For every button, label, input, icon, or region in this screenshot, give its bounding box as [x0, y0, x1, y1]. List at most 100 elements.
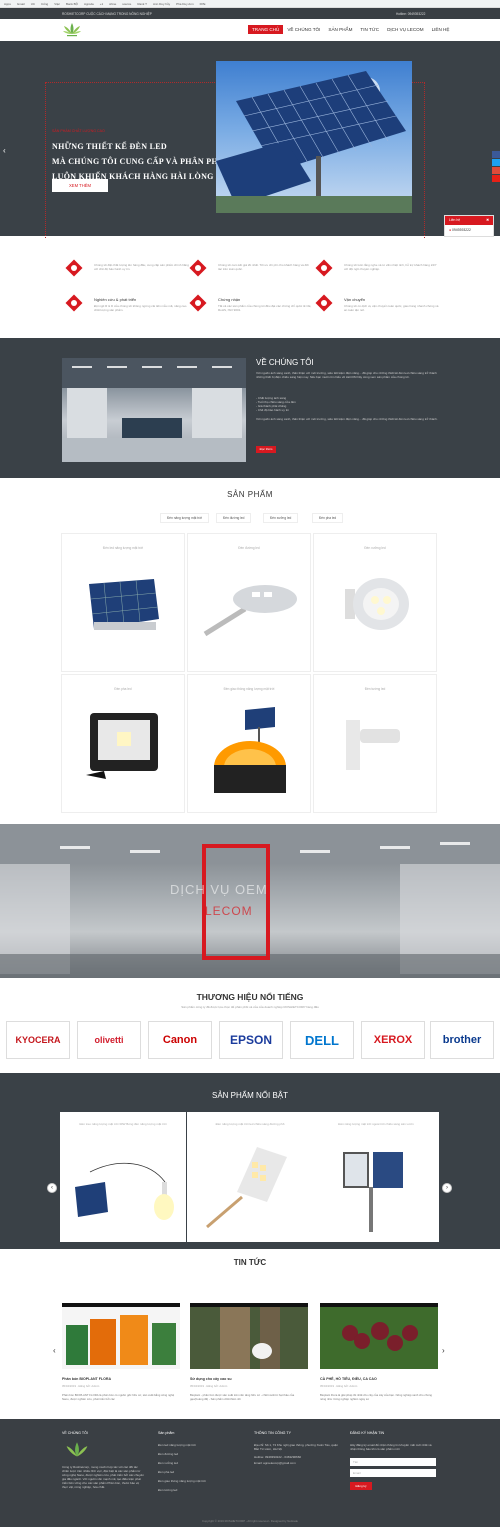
hero-title-line: NHỮNG THIẾT KẾ ĐÈN LED — [52, 142, 167, 151]
bookmark[interactable]: Agroda — [82, 2, 96, 6]
footer-address: Địa chỉ: Số 1, 73 Khu nghị giao thông, p… — [254, 1443, 338, 1451]
bookmark[interactable]: FPE — [198, 2, 208, 6]
footer-link[interactable]: Đèn xưởng led — [158, 1461, 178, 1465]
footer-link[interactable]: Đèn giao thông năng lượng mặt trời — [158, 1479, 206, 1483]
bookmark[interactable]: Cổng — [39, 2, 50, 6]
oem-subtitle: LECOM — [205, 904, 253, 918]
nav-news[interactable]: TIN TỨC — [356, 25, 383, 34]
contact-widget-phone[interactable]: ● 0949393222 — [445, 225, 493, 235]
news-title[interactable]: CÀ PHÊ, HỒ TIÊU, ĐIỀU, CA CAO — [320, 1377, 438, 1381]
news-meta: 05/04/2019 · Đăng bởi: Admin — [320, 1384, 358, 1388]
certificate-icon — [189, 294, 207, 312]
product-card[interactable]: Đèn tường led — [313, 674, 437, 813]
brand-logo-dell[interactable]: DELL — [290, 1021, 354, 1059]
featured-next-arrow[interactable]: › — [442, 1183, 452, 1193]
featured-name: Đèn năng lượng mặt trời led chiếu sáng đ… — [215, 1122, 285, 1126]
product-card[interactable]: Đèn pha led — [61, 674, 185, 813]
footer-hotline: Hotline: 0949393222 - 0463290660 — [254, 1455, 302, 1459]
feature-desc: Chúng tôi luôn lắng nghe và tư vấn nhiệt… — [344, 263, 437, 271]
product-name: Đèn giao thông năng lượng mặt trời — [223, 687, 275, 691]
news-prev-arrow[interactable]: ‹ — [53, 1346, 56, 1355]
close-icon[interactable]: ✖ — [486, 218, 489, 222]
footer-about-text: Công ty Roshietcorp, mong muốn hợp tác v… — [62, 1465, 145, 1489]
product-card[interactable]: Đèn giao thông năng lượng mặt trời — [187, 674, 311, 813]
twitter-icon[interactable] — [492, 159, 500, 166]
nav-services[interactable]: DỊCH VỤ LECOM — [383, 25, 428, 34]
hero-title-line: MÀ CHÚNG TÔI CUNG CẤP VÀ PHÂN PHỐI — [52, 157, 228, 166]
hero-prev-arrow[interactable]: ‹ — [3, 146, 6, 155]
product-tab[interactable]: Đèn xưởng led — [263, 513, 299, 523]
youtube-icon[interactable] — [492, 175, 500, 182]
bookmark[interactable]: Apps — [2, 2, 13, 6]
footer-products-title: Sản phẩm — [158, 1431, 175, 1435]
product-card[interactable]: Đèn đường led — [187, 533, 311, 672]
features-section: Chúng tôi đặt chất lượng lên hàng đầu, c… — [0, 238, 500, 338]
featured-card[interactable]: Đèn năng lượng mặt trời ngoài trời chiếu… — [313, 1112, 439, 1242]
news-next-arrow[interactable]: › — [442, 1346, 445, 1355]
brand-logo-kyocera[interactable]: KYOCERA — [6, 1021, 70, 1059]
featured-card[interactable]: Đèn treo năng lượng mặt trời 30W Bóng đè… — [60, 1112, 186, 1242]
hotline[interactable]: Hotline: 0949393222 — [396, 12, 425, 16]
bookmark[interactable]: source — [120, 2, 133, 6]
product-tab[interactable]: Đèn năng lượng mặt trời — [160, 513, 210, 523]
nav-home[interactable]: TRANG CHỦ — [248, 25, 284, 34]
lotus-logo-icon[interactable] — [62, 22, 82, 39]
product-tab[interactable]: Đèn đường led — [216, 513, 252, 523]
brand-logo-brother[interactable]: brother — [430, 1021, 494, 1059]
brands-subtitle: Sản phẩm công ty đã được lựa chọn để phâ… — [181, 1005, 319, 1009]
contact-widget-title: Liên hệ — [449, 218, 461, 222]
main-nav: TRANG CHỦ VỀ CHÚNG TÔI SẢN PHẨM TIN TỨC … — [248, 25, 453, 34]
footer-link[interactable]: Đèn led năng lượng mặt trời — [158, 1443, 196, 1447]
feature-desc: Chúng tôi đặt chất lượng lên hàng đầu, c… — [94, 263, 189, 271]
featured-card[interactable]: Đèn năng lượng mặt trời led chiếu sáng đ… — [187, 1112, 313, 1242]
product-name: Đèn đường led — [238, 546, 260, 550]
bookmark[interactable]: Ann Duy hủy — [151, 2, 172, 6]
product-name: Đèn pha led — [114, 687, 132, 691]
newsletter-name-input[interactable]: Tên — [350, 1458, 436, 1466]
feature-desc: Chúng tôi cam kết giá tốt nhất. Tối ưu c… — [218, 263, 309, 271]
about-readmore-button[interactable]: Đọc thêm — [256, 446, 276, 453]
footer-newsletter-text: Hãy đăng ký email để nhận thông tin khuy… — [350, 1443, 432, 1451]
product-card[interactable]: Đèn xưởng led — [313, 533, 437, 672]
newsletter-email-input[interactable]: Email — [350, 1469, 436, 1477]
bookmark[interactable]: Gmail — [15, 2, 27, 6]
brand-logo-olivetti[interactable]: olivetti — [77, 1021, 141, 1059]
bookmark[interactable]: UC — [29, 2, 37, 6]
bookmark[interactable]: +1 — [98, 2, 105, 6]
nav-contact[interactable]: LIÊN HỆ — [428, 25, 454, 34]
news-title[interactable]: Phân bón BIOPLANT FLORA — [62, 1377, 180, 1381]
bookmark[interactable]: shine — [107, 2, 118, 6]
news-image — [320, 1303, 438, 1369]
featured-name: Đèn năng lượng mặt trời ngoài trời chiếu… — [338, 1122, 414, 1126]
footer-link[interactable]: Đèn pha led — [158, 1470, 174, 1474]
brand-logo-epson[interactable]: EPSON — [219, 1021, 283, 1059]
oem-banner: DỊCH VỤ OEM LECOM — [0, 824, 500, 978]
showroom-image — [62, 358, 246, 462]
footer-newsletter-title: ĐĂNG KÝ NHẬN TIN — [350, 1431, 385, 1435]
featured-products-section: SẢN PHẨM NỔI BẬT Đèn treo năng lượng mặt… — [0, 1073, 500, 1249]
featured-prev-arrow[interactable]: ‹ — [47, 1183, 57, 1193]
contact-widget[interactable]: Liên hệ ✖ ● 0949393222 — [444, 215, 494, 237]
footer-company-title: THÔNG TIN CÔNG TY — [254, 1431, 292, 1435]
product-card[interactable]: Đèn led năng lượng mặt trời — [61, 533, 185, 672]
price-icon — [189, 259, 207, 277]
nav-products[interactable]: SẢN PHẨM — [324, 25, 356, 34]
brand-logo-xerox[interactable]: XEROX — [361, 1021, 425, 1059]
contact-widget-header: Liên hệ ✖ — [445, 216, 493, 225]
footer-link[interactable]: Đèn đường led — [158, 1452, 178, 1456]
hero-more-button[interactable]: XEM THÊM — [52, 179, 108, 192]
nav-about[interactable]: VỀ CHÚNG TÔI — [283, 25, 324, 34]
solar-garden-light-image — [343, 1152, 403, 1232]
browser-bookmarks-bar: Apps Gmail UC Cổng Việc Bank BỘ Agroda +… — [0, 0, 500, 8]
bookmark[interactable]: Pha Duy Ann — [174, 2, 196, 6]
news-title[interactable]: Sử dụng cho cây cao su — [190, 1377, 308, 1381]
facebook-icon[interactable] — [492, 151, 500, 158]
newsletter-submit-button[interactable]: Đăng ký — [350, 1482, 372, 1490]
bookmark[interactable]: Rank T — [135, 2, 149, 6]
google-plus-icon[interactable] — [492, 167, 500, 174]
brand-logo-canon[interactable]: Canon — [148, 1021, 212, 1059]
footer-link[interactable]: Đèn tường led — [158, 1488, 177, 1492]
bookmark[interactable]: Bank BỘ — [64, 2, 80, 6]
bookmark[interactable]: Việc — [52, 2, 62, 6]
product-tab[interactable]: Đèn pha led — [312, 513, 344, 523]
